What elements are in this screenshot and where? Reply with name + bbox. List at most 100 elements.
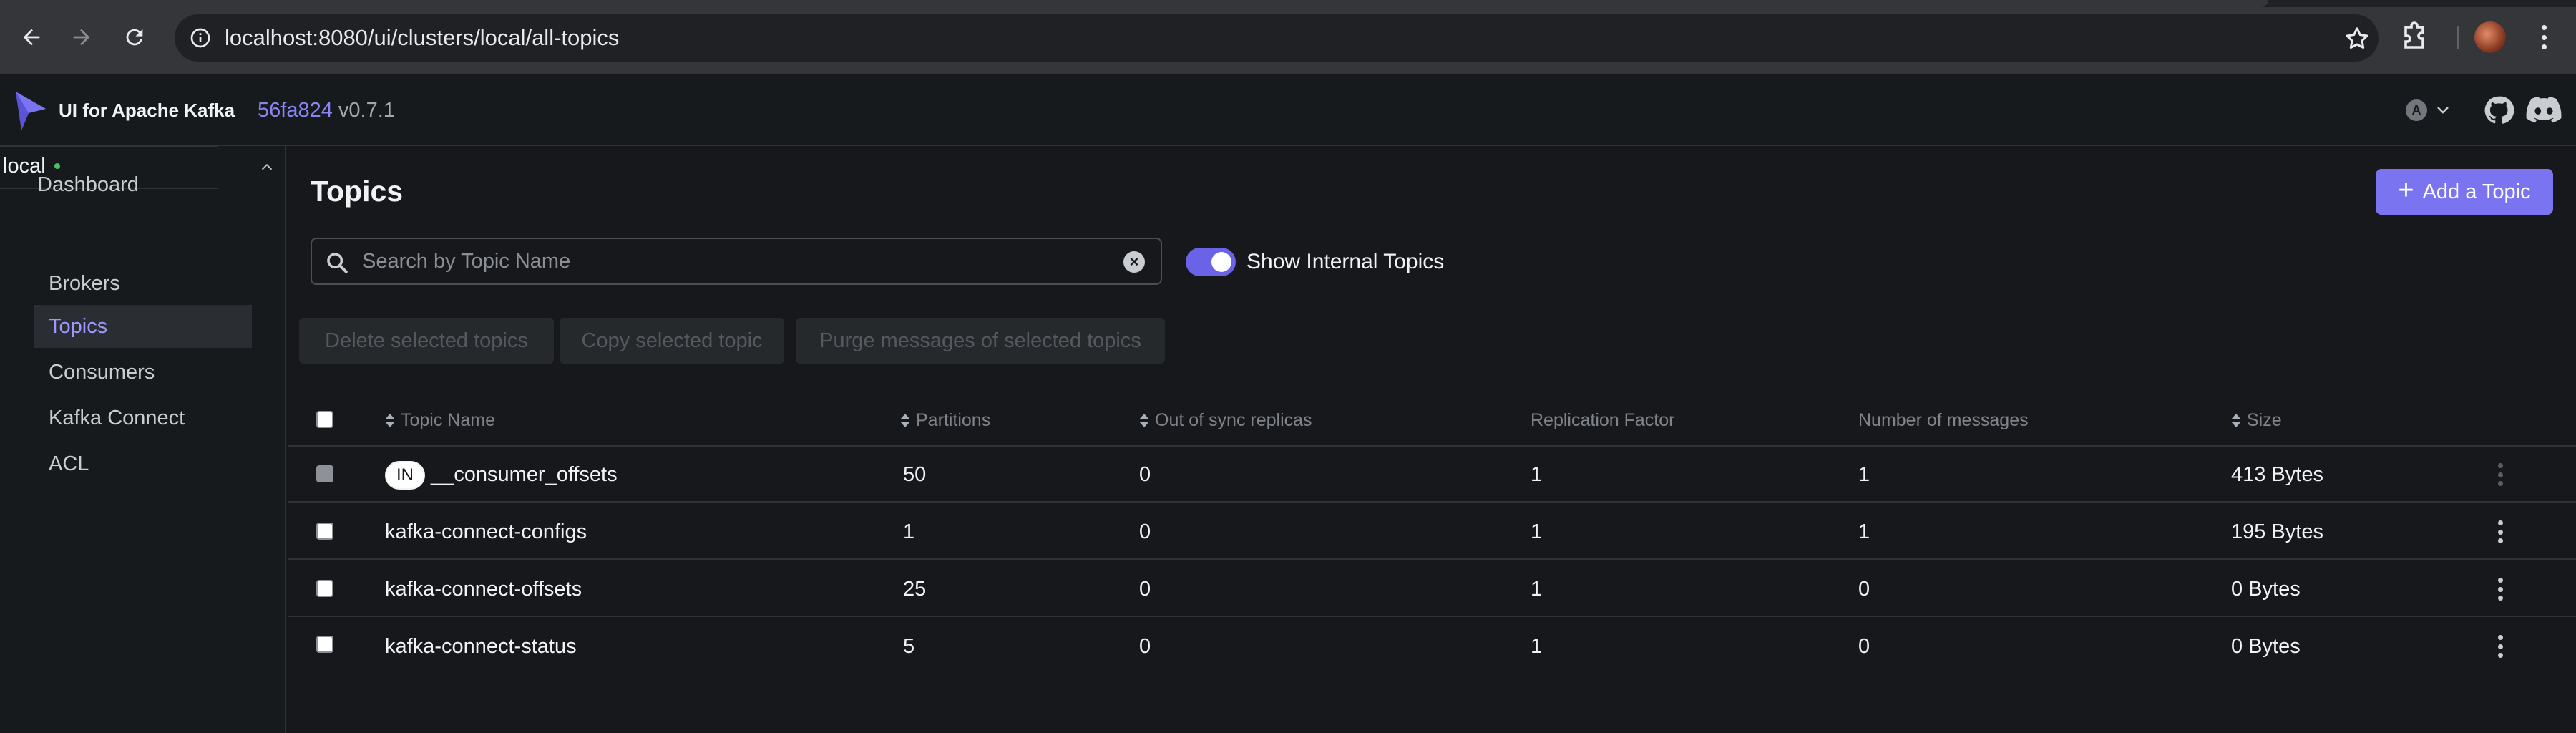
column-label: Size [2247, 410, 2282, 430]
column-label: Topic Name [401, 410, 495, 430]
oos-cell: 0 [1139, 635, 1151, 658]
partitions-cell: 50 [903, 463, 927, 486]
sidebar-item-consumers[interactable]: Consumers [34, 351, 252, 394]
discord-icon[interactable] [2526, 94, 2562, 126]
sidebar-item-dashboard[interactable]: Dashboard [37, 169, 139, 200]
rf-cell: 1 [1531, 463, 1543, 486]
row-actions-icon[interactable] [2493, 461, 2507, 488]
messages-cell: 0 [1858, 578, 1870, 601]
back-icon[interactable] [13, 19, 50, 56]
column-size[interactable]: Size [2231, 394, 2282, 447]
size-cell: 413 Bytes [2231, 463, 2323, 486]
sort-icon [900, 413, 910, 427]
search-input[interactable] [362, 239, 1106, 283]
cluster-status-dot [54, 163, 60, 169]
sidebar-item-kafka-connect[interactable]: Kafka Connect [34, 397, 252, 440]
theme-auto-icon: A [2406, 99, 2427, 121]
topic-name[interactable]: kafka-connect-offsets [385, 561, 582, 617]
topic-search: × [311, 238, 1162, 285]
show-internal-label: Show Internal Topics [1246, 250, 1445, 273]
size-cell: 195 Bytes [2231, 520, 2323, 543]
address-bar[interactable]: localhost:8080/ui/clusters/local/all-top… [175, 14, 2379, 62]
row-actions-icon[interactable] [2493, 633, 2507, 660]
table-row[interactable]: IN __consumer_offsets 50 0 1 1 413 Bytes [288, 447, 2576, 503]
clear-search-icon[interactable]: × [1123, 251, 1145, 273]
browser-menu-icon[interactable] [2533, 21, 2555, 53]
table-row[interactable]: kafka-connect-configs 1 0 1 1 195 Bytes [288, 504, 2576, 560]
sidebar-item-acl[interactable]: ACL [34, 442, 252, 485]
search-icon [327, 253, 348, 273]
internal-tag: IN [385, 461, 425, 490]
version-number: v0.7.1 [338, 99, 395, 122]
column-label: Partitions [916, 410, 991, 430]
row-checkbox[interactable] [316, 523, 333, 540]
rf-cell: 1 [1531, 578, 1543, 601]
github-icon[interactable] [2483, 94, 2514, 126]
rf-cell: 1 [1531, 635, 1543, 658]
topic-name[interactable]: kafka-connect-configs [385, 504, 587, 560]
reload-icon[interactable] [116, 19, 153, 56]
delete-selected-button[interactable]: Delete selected topics [299, 318, 554, 364]
url-text[interactable]: localhost:8080/ui/clusters/local/all-top… [225, 14, 619, 62]
topics-table-header: Topic Name Partitions Out of sync replic… [288, 394, 2576, 447]
partitions-cell: 5 [903, 635, 915, 658]
column-out-of-sync[interactable]: Out of sync replicas [1139, 394, 1312, 447]
extensions-icon[interactable] [2397, 20, 2431, 54]
row-checkbox[interactable] [316, 580, 333, 597]
select-all-checkbox[interactable] [316, 411, 333, 428]
main-content: Topics + Add a Topic × Show Internal Top… [288, 146, 2576, 733]
sidebar: Dashboard local Brokers Topics Consumers… [0, 146, 286, 733]
profile-avatar[interactable] [2474, 21, 2506, 53]
sidebar-item-topics[interactable]: Topics [34, 305, 252, 348]
purge-selected-button[interactable]: Purge messages of selected topics [796, 318, 1165, 364]
column-partitions[interactable]: Partitions [900, 394, 990, 447]
add-topic-button[interactable]: + Add a Topic [2376, 169, 2553, 215]
sort-icon [385, 413, 395, 427]
show-internal-toggle[interactable] [1186, 248, 1236, 276]
forward-icon[interactable] [63, 19, 100, 56]
size-cell: 0 Bytes [2231, 578, 2301, 601]
column-replication-factor: Replication Factor [1531, 410, 1675, 430]
chevron-up-icon[interactable] [259, 159, 275, 175]
browser-chrome: localhost:8080/ui/clusters/local/all-top… [0, 0, 2576, 74]
row-checkbox [316, 465, 333, 482]
oos-cell: 0 [1139, 578, 1151, 601]
copy-selected-button[interactable]: Copy selected topic [560, 318, 784, 364]
topic-name[interactable]: IN __consumer_offsets [385, 447, 618, 503]
column-number-of-messages: Number of messages [1858, 410, 2029, 430]
theme-selector[interactable]: A [2406, 94, 2457, 126]
commit-hash-link[interactable]: 56fa824 [258, 99, 333, 122]
page-title: Topics [311, 175, 404, 208]
column-topic-name[interactable]: Topic Name [385, 394, 495, 447]
row-actions-icon[interactable] [2493, 518, 2507, 545]
app-header: UI for Apache Kafka 56fa824 v0.7.1 A [0, 74, 2576, 146]
oos-cell: 0 [1139, 463, 1151, 486]
table-row[interactable]: kafka-connect-status 5 0 1 0 0 Bytes [288, 618, 2576, 674]
site-info-icon[interactable] [186, 24, 215, 52]
messages-cell: 1 [1858, 520, 1870, 543]
sort-icon [1139, 413, 1149, 427]
row-checkbox[interactable] [316, 636, 333, 653]
row-actions-icon[interactable] [2493, 576, 2507, 603]
messages-cell: 1 [1858, 463, 1870, 486]
add-topic-label: Add a Topic [2422, 180, 2531, 203]
brand-name[interactable]: UI for Apache Kafka [59, 74, 235, 146]
partitions-cell: 1 [903, 520, 915, 543]
topic-name[interactable]: kafka-connect-status [385, 618, 577, 674]
messages-cell: 0 [1858, 635, 1870, 658]
table-row[interactable]: kafka-connect-offsets 25 0 1 0 0 Bytes [288, 561, 2576, 617]
size-cell: 0 Bytes [2231, 635, 2301, 658]
bookmark-star-icon[interactable] [2343, 24, 2371, 53]
kafka-ui-logo-icon[interactable] [13, 87, 49, 133]
plus-icon: + [2398, 175, 2414, 205]
toolbar-divider [2457, 26, 2459, 49]
chevron-down-icon [2437, 107, 2449, 114]
version-info: 56fa824 v0.7.1 [258, 74, 395, 146]
sidebar-item-brokers[interactable]: Brokers [34, 262, 252, 305]
column-label: Out of sync replicas [1155, 410, 1312, 430]
rf-cell: 1 [1531, 520, 1543, 543]
partitions-cell: 25 [903, 578, 927, 601]
topic-name-text[interactable]: __consumer_offsets [431, 463, 618, 486]
tab-strip [0, 0, 2576, 7]
sort-icon [2231, 413, 2241, 427]
